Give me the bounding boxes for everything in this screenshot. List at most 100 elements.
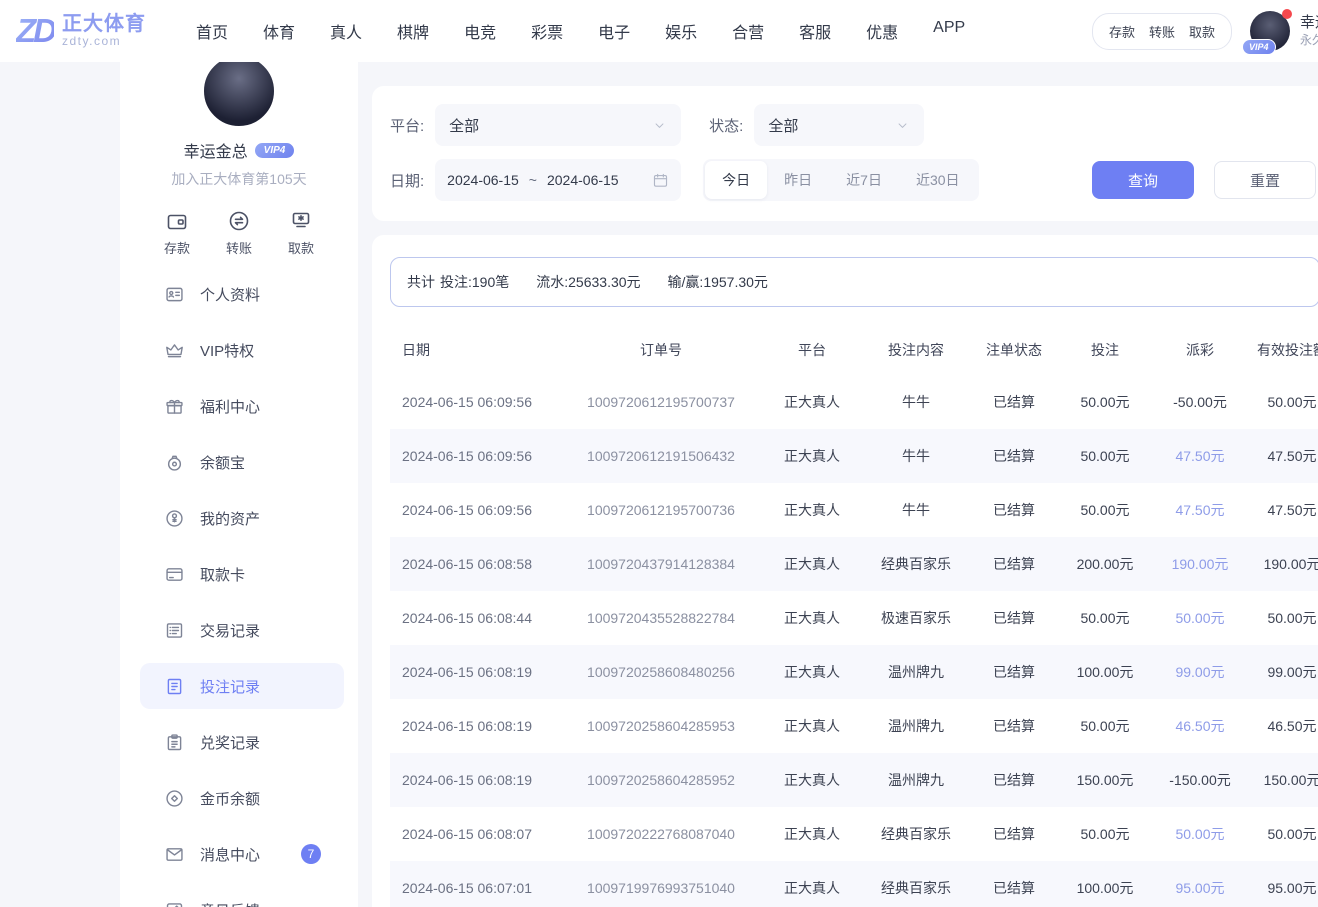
range-chip-last-30[interactable]: 近30日: [899, 161, 977, 199]
cell-platform: 正大真人: [760, 861, 864, 907]
cell-platform: 正大真人: [760, 537, 864, 591]
search-button[interactable]: 查询: [1092, 161, 1194, 199]
table-row: 2024-06-15 06:08:191009720258608480256正大…: [390, 645, 1318, 699]
cell-payout: 50.00元: [1150, 591, 1250, 645]
sidebar-item-feedback[interactable]: 意见反馈: [140, 887, 344, 907]
sidebar-item-withdraw-card[interactable]: 取款卡: [140, 551, 344, 597]
range-chip-last-7[interactable]: 近7日: [829, 161, 899, 199]
cell-status: 已结算: [968, 429, 1060, 483]
bank-card-icon: [164, 564, 185, 585]
cell-payout: 190.00元: [1150, 537, 1250, 591]
nav-item-1[interactable]: 首页: [196, 19, 228, 43]
cell-status: 已结算: [968, 591, 1060, 645]
sidebar-item-bet-records[interactable]: 投注记录: [140, 663, 344, 709]
cell-platform: 正大真人: [760, 807, 864, 861]
cell-valid: 99.00元: [1250, 645, 1318, 699]
cell-platform: 正大真人: [760, 753, 864, 807]
logo-icon: ZD: [16, 12, 54, 50]
quick-action-withdraw[interactable]: 取款: [288, 209, 314, 257]
cell-bet: 100.00元: [1060, 861, 1150, 907]
table-header: 日期订单号平台投注内容注单状态投注派彩有效投注额: [390, 325, 1318, 375]
cell-date: 2024-06-15 06:08:19: [390, 699, 562, 753]
sidebar-item-assets[interactable]: 我的资产: [140, 495, 344, 541]
sidebar-item-redeem-records[interactable]: 兑奖记录: [140, 719, 344, 765]
quick-action-deposit[interactable]: 存款: [164, 209, 190, 257]
sidebar-item-vip[interactable]: VIP特权: [140, 327, 344, 373]
quick-action-transfer[interactable]: 转账: [226, 209, 252, 257]
bet-records-table: 日期订单号平台投注内容注单状态投注派彩有效投注额 2024-06-15 06:0…: [390, 325, 1318, 907]
main-content: 平台: 全部 状态: 全部 日期: 2024-06-15 ~ 2024-06-1…: [372, 62, 1318, 907]
cell-date: 2024-06-15 06:08:44: [390, 591, 562, 645]
withdraw-link[interactable]: 取款: [1189, 22, 1215, 41]
logo[interactable]: ZD 正大体育 zdty.com: [16, 12, 146, 50]
logo-title: 正大体育: [62, 14, 146, 35]
status-select[interactable]: 全部: [754, 104, 924, 146]
cell-content: 经典百家乐: [864, 537, 968, 591]
wallet-icon: [165, 209, 189, 233]
nav-item-8[interactable]: 娱乐: [665, 19, 697, 43]
transfer-link[interactable]: 转账: [1149, 22, 1175, 41]
feedback-icon: [164, 900, 185, 907]
platform-select[interactable]: 全部: [435, 104, 681, 146]
chevron-down-icon: [895, 118, 910, 133]
sidebar-item-messages[interactable]: 消息中心7: [140, 831, 344, 877]
nav-item-3[interactable]: 真人: [330, 19, 362, 43]
deposit-link[interactable]: 存款: [1109, 22, 1135, 41]
nav-item-7[interactable]: 电子: [598, 19, 630, 43]
cell-platform: 正大真人: [760, 375, 864, 429]
nav-item-6[interactable]: 彩票: [531, 19, 563, 43]
sidebar-item-gold-balance[interactable]: 金币余额: [140, 775, 344, 821]
cell-bet: 150.00元: [1060, 753, 1150, 807]
status-select-value: 全部: [768, 115, 798, 136]
cell-payout: 95.00元: [1150, 861, 1250, 907]
cell-payout: -150.00元: [1150, 753, 1250, 807]
range-chip-yesterday[interactable]: 昨日: [767, 161, 829, 199]
cell-order: 1009720435528822784: [562, 591, 760, 645]
cell-order: 1009720437914128384: [562, 537, 760, 591]
sidebar-item-welfare[interactable]: 福利中心: [140, 383, 344, 429]
logo-domain: zdty.com: [62, 35, 146, 48]
cell-valid: 95.00元: [1250, 861, 1318, 907]
reset-button[interactable]: 重置: [1214, 161, 1316, 199]
nav-item-11[interactable]: 优惠: [866, 19, 898, 43]
profile-vip-badge: VIP4: [255, 143, 295, 158]
top-header: ZD 正大体育 zdty.com 首页 体育 真人 棋牌 电竞 彩票 电子 娱乐 合营 客服 优惠 A…: [0, 0, 1318, 62]
cell-bet: 50.00元: [1060, 429, 1150, 483]
range-chip-today[interactable]: 今日: [705, 161, 767, 199]
profile-avatar[interactable]: [202, 62, 276, 128]
date-label: 日期:: [390, 170, 424, 191]
column-header-2: 订单号: [562, 325, 760, 375]
nav-item-9[interactable]: 合营: [732, 19, 764, 43]
cell-content: 温州牌九: [864, 699, 968, 753]
cell-status: 已结算: [968, 861, 1060, 907]
table-row: 2024-06-15 06:09:561009720612191506432正大…: [390, 429, 1318, 483]
sidebar-item-transactions[interactable]: 交易记录: [140, 607, 344, 653]
platform-select-value: 全部: [449, 115, 479, 136]
withdraw-icon: [289, 209, 313, 233]
cell-status: 已结算: [968, 753, 1060, 807]
main-nav: 首页 体育 真人 棋牌 电竞 彩票 电子 娱乐 合营 客服 优惠 APP: [196, 19, 965, 43]
column-header-7: 派彩: [1150, 325, 1250, 375]
nav-item-4[interactable]: 棋牌: [397, 19, 429, 43]
cell-date: 2024-06-15 06:08:19: [390, 753, 562, 807]
sidebar-item-yuebao[interactable]: 余额宝: [140, 439, 344, 485]
table-row: 2024-06-15 06:08:191009720258604285952正大…: [390, 753, 1318, 807]
sidebar-item-profile[interactable]: 个人资料: [140, 271, 344, 317]
user-chip[interactable]: VIP4 幸运金总 永久域名:: [1250, 11, 1318, 51]
nav-item-5[interactable]: 电竞: [464, 19, 496, 43]
mail-icon: [164, 844, 185, 865]
records-card: 共计 投注:190笔流水:25633.30元输/赢:1957.30元 日期订单号…: [372, 235, 1318, 907]
table-row: 2024-06-15 06:08:581009720437914128384正大…: [390, 537, 1318, 591]
cell-valid: 150.00元: [1250, 753, 1318, 807]
cell-payout: -50.00元: [1150, 375, 1250, 429]
nav-item-12[interactable]: APP: [933, 19, 965, 43]
cell-bet: 200.00元: [1060, 537, 1150, 591]
table-row: 2024-06-15 06:09:561009720612195700736正大…: [390, 483, 1318, 537]
cell-valid: 50.00元: [1250, 591, 1318, 645]
nav-item-2[interactable]: 体育: [263, 19, 295, 43]
cell-payout: 47.50元: [1150, 429, 1250, 483]
chevron-down-icon: [652, 118, 667, 133]
cell-platform: 正大真人: [760, 429, 864, 483]
date-range-input[interactable]: 2024-06-15 ~ 2024-06-15: [435, 159, 681, 201]
nav-item-10[interactable]: 客服: [799, 19, 831, 43]
